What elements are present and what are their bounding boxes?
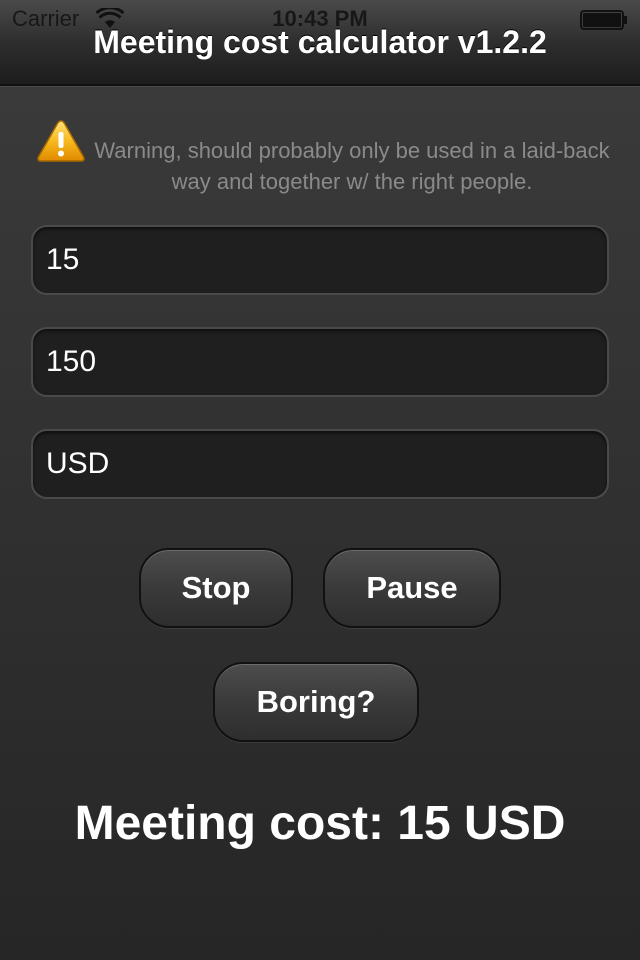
- warning-icon: [37, 120, 85, 162]
- page-title: Meeting cost calculator v1.2.2: [93, 24, 547, 60]
- currency-input[interactable]: [31, 429, 609, 499]
- stop-button[interactable]: Stop: [139, 548, 293, 628]
- warning-text: Warning, should probably only be used in…: [94, 138, 610, 194]
- hourly-rate-input[interactable]: [31, 327, 609, 397]
- attendees-input[interactable]: [31, 225, 609, 295]
- meeting-cost-label: Meeting cost: 15 USD: [74, 797, 566, 850]
- pause-button[interactable]: Pause: [323, 548, 501, 628]
- navigation-bar: Carrier 10:43 PM Meeting cost calculator…: [0, 0, 640, 86]
- boring-button[interactable]: Boring?: [213, 662, 419, 742]
